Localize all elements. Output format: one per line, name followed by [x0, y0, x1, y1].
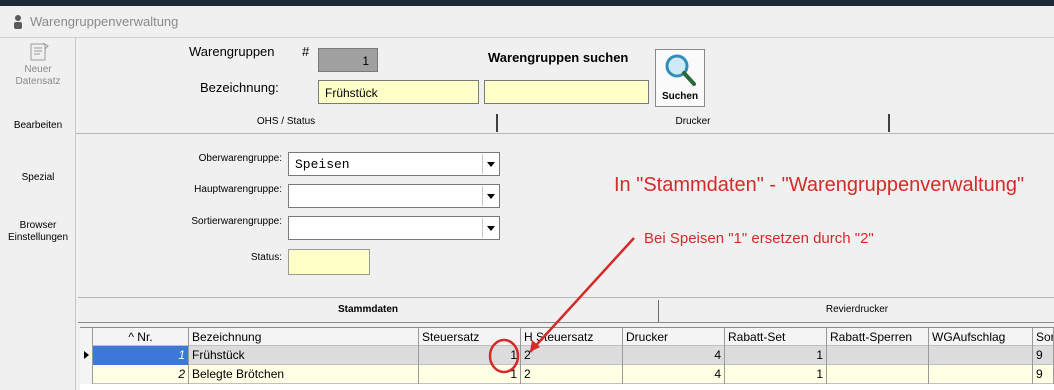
cell-bezeichnung[interactable]: Belegte Brötchen: [189, 365, 419, 384]
column-header-rabatt-sperren[interactable]: Rabatt-Sperren: [827, 328, 929, 347]
cell-nr[interactable]: 1: [93, 346, 189, 365]
tab-drucker[interactable]: Drucker: [498, 110, 888, 134]
oberwarengruppe-select[interactable]: Speisen: [288, 152, 500, 176]
column-header-nr[interactable]: ^ Nr.: [93, 328, 189, 347]
cell-steuersatz[interactable]: 1: [419, 346, 521, 365]
hauptwarengruppe-select[interactable]: [288, 184, 500, 208]
cell-nr[interactable]: 2: [93, 365, 189, 384]
search-button[interactable]: Suchen: [655, 49, 705, 107]
sortierwarengruppe-label: Sortierwarengruppe:: [191, 216, 282, 227]
sidebar-item-bearbeiten[interactable]: Bearbeiten: [0, 120, 76, 132]
column-header-bezeichnung[interactable]: Bezeichnung: [189, 328, 419, 347]
warengruppen-label: Warengruppen: [189, 44, 275, 59]
new-record-label: Neuer Datensatz: [15, 64, 61, 87]
sidebar-item-label: Browser Einstellungen: [7, 220, 69, 243]
cell-h-steuersatz[interactable]: 2: [521, 365, 623, 384]
oberwarengruppe-label: Oberwarengruppe:: [198, 153, 282, 164]
window-title: Warengruppenverwaltung: [30, 14, 179, 29]
search-button-label: Suchen: [661, 91, 699, 102]
warengruppen-table: ^ Nr. Bezeichnung Steuersatz H Steuersat…: [80, 327, 1054, 390]
cell-wgaufschlag[interactable]: [929, 346, 1033, 365]
cell-rabatt-set[interactable]: 1: [725, 346, 827, 365]
column-header-h-steuersatz[interactable]: H Steuersatz: [521, 328, 623, 347]
row-selector[interactable]: [80, 365, 93, 384]
table-row[interactable]: 2 Belegte Brötchen 1 2 4 1 9: [80, 365, 1054, 384]
person-app-icon: [14, 15, 22, 29]
cell-rabatt-sperren[interactable]: [827, 365, 929, 384]
oberwarengruppe-value: Speisen: [295, 157, 350, 172]
chevron-down-icon[interactable]: [482, 154, 498, 174]
bezeichnung-field[interactable]: Frühstück: [318, 80, 479, 104]
tab-divider: [658, 300, 659, 322]
cell-steuersatz[interactable]: 1: [419, 365, 521, 384]
annotation-main-note: In "Stammdaten" - "Warengruppenverwaltun…: [614, 174, 1025, 196]
sidebar-item-label: Spezial: [21, 172, 55, 183]
bottom-tab-strip: Stammdaten Revierdrucker: [78, 297, 1054, 323]
table-header-row: ^ Nr. Bezeichnung Steuersatz H Steuersat…: [80, 327, 1054, 347]
tab-revierdrucker[interactable]: Revierdrucker: [660, 298, 1054, 322]
sidebar-item-browser-einstellungen[interactable]: Browser Einstellungen: [0, 220, 76, 244]
bezeichnung-label: Bezeichnung:: [200, 80, 279, 95]
tab-label: Revierdrucker: [825, 304, 889, 315]
chevron-down-icon[interactable]: [482, 186, 498, 206]
bezeichnung-value: Frühstück: [325, 86, 378, 100]
warengruppe-number-value: 1: [362, 54, 369, 68]
warengruppe-number-field[interactable]: 1: [318, 48, 378, 72]
column-header-sor[interactable]: Sor: [1033, 328, 1054, 347]
tab-divider: [888, 114, 890, 132]
column-header-drucker[interactable]: Drucker: [623, 328, 725, 347]
cell-wgaufschlag[interactable]: [929, 365, 1033, 384]
row-selector[interactable]: [80, 346, 93, 365]
tab-stammdaten[interactable]: Stammdaten: [78, 298, 658, 322]
status-field[interactable]: [288, 249, 370, 275]
annotation-sub-note: Bei Speisen "1" ersetzen durch "2": [644, 230, 874, 247]
cell-bezeichnung[interactable]: Frühstück: [189, 346, 419, 365]
new-record-icon: [30, 42, 49, 61]
top-tab-strip: OHS / Status Drucker: [76, 110, 1054, 134]
column-header-wgaufschlag[interactable]: WGAufschlag: [929, 328, 1033, 347]
tab-label: Drucker: [675, 116, 711, 127]
status-label: Status:: [250, 252, 282, 263]
magnifier-icon: [665, 54, 696, 86]
tab-label: Stammdaten: [337, 304, 398, 315]
search-input[interactable]: [484, 80, 649, 104]
cell-rabatt-sperren[interactable]: [827, 346, 929, 365]
search-title: Warengruppen suchen: [488, 50, 629, 65]
table-row[interactable]: 1 Frühstück 1 2 4 1 9: [80, 346, 1054, 365]
new-record-button[interactable]: Neuer Datensatz: [0, 42, 76, 88]
hash-label: #: [302, 44, 310, 59]
tab-label: OHS / Status: [256, 116, 316, 127]
column-header-rabatt-set[interactable]: Rabatt-Set: [725, 328, 827, 347]
cell-rabatt-set[interactable]: 1: [725, 365, 827, 384]
cell-drucker[interactable]: 4: [623, 346, 725, 365]
column-header-steuersatz[interactable]: Steuersatz: [419, 328, 521, 347]
row-selector-header: [80, 328, 93, 347]
sidebar-item-label: Bearbeiten: [13, 120, 63, 131]
cell-sor[interactable]: 9: [1033, 365, 1054, 384]
main-panel: Warengruppen # 1 Bezeichnung: Frühstück …: [76, 38, 1054, 390]
title-bar: Warengruppenverwaltung: [0, 6, 1054, 38]
chevron-down-icon[interactable]: [482, 218, 498, 238]
sidebar-item-spezial[interactable]: Spezial: [0, 172, 76, 184]
sortierwarengruppe-select[interactable]: [288, 216, 500, 240]
tab-ohs-status[interactable]: OHS / Status: [76, 110, 496, 134]
cell-h-steuersatz[interactable]: 2: [521, 346, 623, 365]
cell-drucker[interactable]: 4: [623, 365, 725, 384]
sidebar: Neuer Datensatz Bearbeiten Spezial Brows…: [0, 38, 76, 390]
hauptwarengruppe-label: Hauptwarengruppe:: [194, 184, 282, 195]
current-row-pointer-icon: [84, 351, 89, 359]
cell-sor[interactable]: 9: [1033, 346, 1054, 365]
